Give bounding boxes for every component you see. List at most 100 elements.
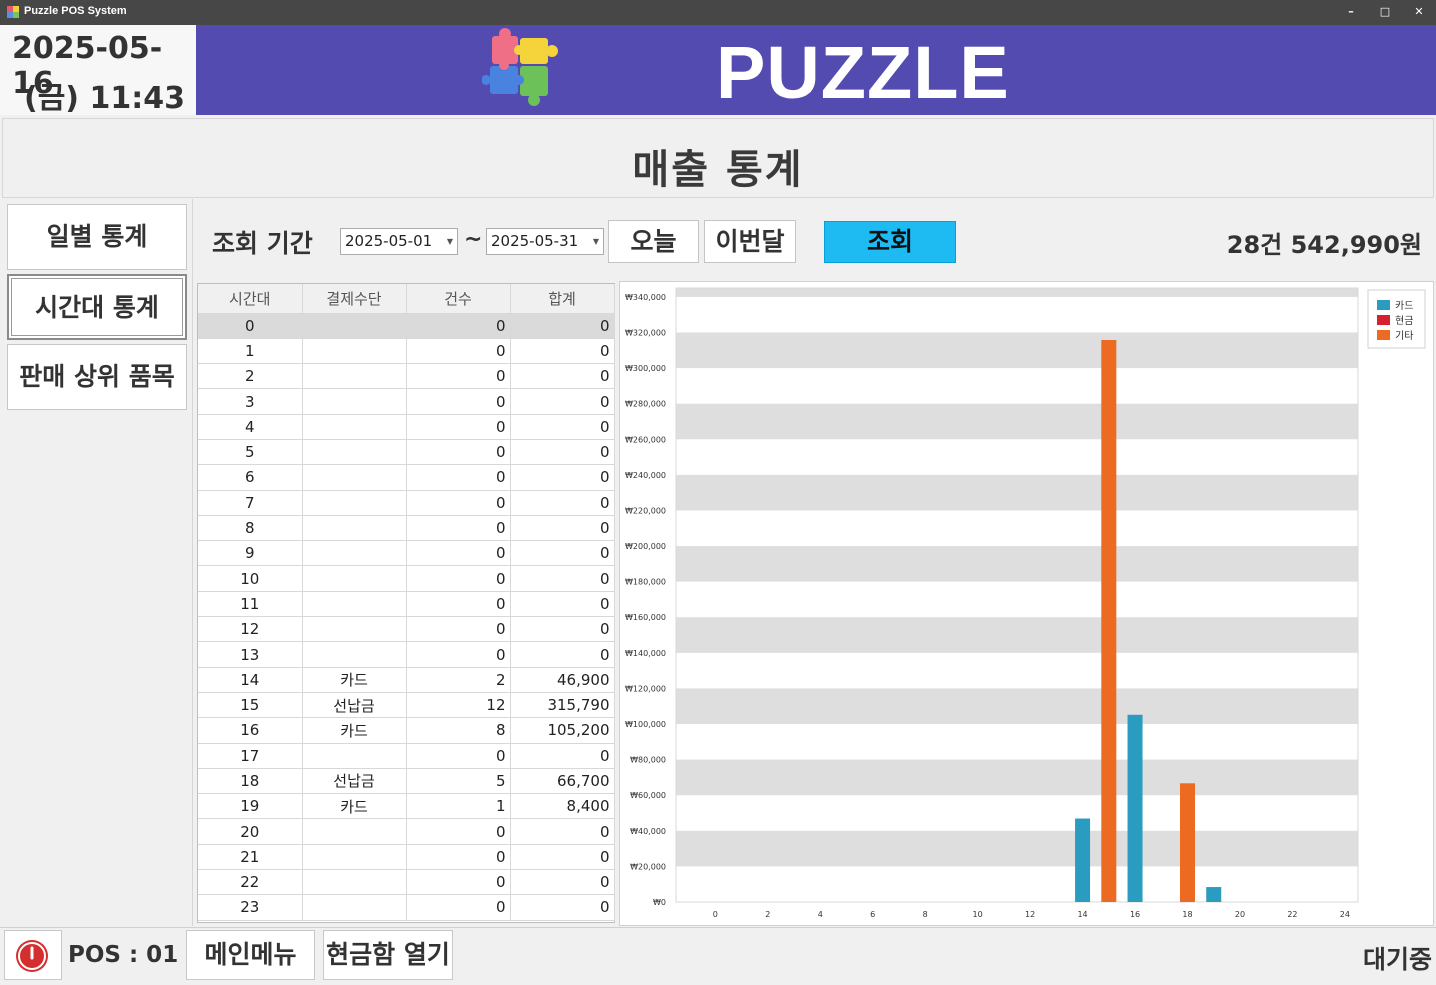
bar	[1101, 339, 1117, 902]
table-row[interactable]: 9 00	[198, 540, 615, 567]
table-row[interactable]: 22 0 0	[198, 869, 615, 896]
column-header-total[interactable]: 합계	[510, 284, 615, 314]
cell-payment	[302, 338, 407, 365]
hourly-stats-table[interactable]: 시간대 결제수단 건수 합계 0001002003004005006007008…	[197, 283, 615, 923]
x-tick-label: 14	[1077, 910, 1087, 919]
brand-logo: PUZZLE	[716, 31, 1010, 114]
cell-payment	[302, 388, 407, 415]
y-tick-label: ₩160,000	[625, 613, 666, 622]
cell-total: 0	[510, 490, 615, 516]
table-row[interactable]: 2 00	[198, 363, 615, 390]
nav-daily-stats[interactable]: 일별 통계	[7, 204, 187, 270]
cell-count: 0	[406, 743, 511, 769]
cell-total: 0	[510, 869, 615, 896]
grid-band	[676, 759, 1358, 796]
cell-total: 0	[510, 565, 615, 592]
x-tick-label: 16	[1130, 910, 1140, 919]
cell-total: 0	[510, 338, 615, 365]
cell-count: 0	[406, 869, 511, 896]
table-row[interactable]: 14 카드 2 46,900	[198, 667, 615, 693]
table-row[interactable]: 16 카드 8 105,200	[198, 717, 615, 744]
table-row[interactable]: 18 선납금 5 66,700	[198, 768, 615, 795]
cell-count: 12	[406, 692, 511, 719]
cell-hour: 19	[198, 793, 303, 820]
cell-total: 0	[510, 540, 615, 567]
column-header-payment[interactable]: 결제수단	[302, 284, 407, 314]
y-tick-label: ₩240,000	[625, 471, 666, 480]
cell-hour: 4	[198, 414, 303, 440]
cell-count: 2	[406, 667, 511, 693]
cell-hour: 5	[198, 439, 303, 466]
table-row[interactable]: 8 00	[198, 515, 615, 542]
x-tick-label: 18	[1182, 910, 1192, 919]
query-button[interactable]: 조회	[824, 221, 956, 263]
cell-count: 0	[406, 591, 511, 618]
table-header-row: 시간대 결제수단 건수 합계	[198, 284, 615, 314]
table-row[interactable]: 21 0 0	[198, 844, 615, 871]
table-row[interactable]: 3 00	[198, 388, 615, 415]
cell-payment	[302, 565, 407, 592]
table-row[interactable]: 12 0 0	[198, 616, 615, 643]
x-tick-label: 22	[1287, 910, 1297, 919]
column-header-count[interactable]: 건수	[406, 284, 511, 314]
x-tick-label: 8	[923, 910, 928, 919]
y-tick-label: ₩200,000	[625, 542, 666, 551]
this-month-button[interactable]: 이번달	[704, 220, 796, 263]
chevron-down-icon[interactable]: ▼	[593, 229, 599, 254]
cell-hour: 21	[198, 844, 303, 871]
open-cash-drawer-button[interactable]: 현금함 열기	[323, 930, 453, 980]
cell-count: 0	[406, 565, 511, 592]
y-tick-label: ₩340,000	[625, 293, 666, 302]
cell-total: 0	[510, 313, 615, 339]
cell-payment: 카드	[302, 667, 407, 693]
clock-panel: 2025-05-16 (금) 11:43	[0, 25, 196, 116]
cell-payment	[302, 439, 407, 466]
table-row[interactable]: 000	[198, 313, 615, 339]
table-row[interactable]: 13 0 0	[198, 641, 615, 668]
table-row[interactable]: 5 00	[198, 439, 615, 466]
cell-payment	[302, 894, 407, 921]
cell-hour: 8	[198, 515, 303, 542]
y-tick-label: ₩40,000	[630, 827, 666, 836]
cell-hour: 1	[198, 338, 303, 365]
grid-band	[676, 474, 1358, 511]
y-tick-label: ₩80,000	[630, 756, 666, 765]
table-row[interactable]: 15 선납금 12 315,790	[198, 692, 615, 719]
nav-hourly-stats[interactable]: 시간대 통계	[7, 274, 187, 340]
today-button[interactable]: 오늘	[608, 220, 699, 263]
minimize-button[interactable]: –	[1334, 0, 1368, 25]
cell-payment: 카드	[302, 793, 407, 820]
x-tick-label: 4	[818, 910, 823, 919]
table-row[interactable]: 1 00	[198, 338, 615, 365]
cell-count: 0	[406, 490, 511, 516]
column-header-hour[interactable]: 시간대	[198, 284, 303, 314]
close-button[interactable]: ✕	[1402, 0, 1436, 25]
table-row[interactable]: 10 0 0	[198, 565, 615, 592]
cell-payment: 선납금	[302, 692, 407, 719]
table-row[interactable]: 6 00	[198, 464, 615, 491]
cell-count: 0	[406, 844, 511, 871]
chevron-down-icon[interactable]: ▼	[447, 229, 453, 254]
end-date-picker[interactable]: 2025-05-31 ▼	[486, 228, 604, 255]
cell-total: 0	[510, 818, 615, 845]
maximize-button[interactable]: □	[1368, 0, 1402, 25]
main-menu-button[interactable]: 메인메뉴	[186, 930, 315, 980]
table-row[interactable]: 11 0 0	[198, 591, 615, 618]
nav-top-items[interactable]: 판매 상위 품목	[7, 344, 187, 410]
start-date-picker[interactable]: 2025-05-01 ▼	[340, 228, 458, 255]
cell-count: 0	[406, 818, 511, 845]
page-title: 매출 통계	[632, 147, 804, 193]
cell-count: 0	[406, 464, 511, 491]
x-tick-label: 0	[713, 910, 718, 919]
legend-swatch	[1377, 315, 1390, 325]
table-row[interactable]: 23 0 0	[198, 894, 615, 921]
table-row[interactable]: 7 00	[198, 490, 615, 516]
table-row[interactable]: 17 0 0	[198, 743, 615, 769]
cell-hour: 18	[198, 768, 303, 795]
table-row[interactable]: 19 카드 1 8,400	[198, 793, 615, 820]
cell-total: 0	[510, 591, 615, 618]
power-button[interactable]	[4, 930, 62, 980]
y-tick-label: ₩120,000	[625, 684, 666, 693]
table-row[interactable]: 4 00	[198, 414, 615, 440]
table-row[interactable]: 20 0 0	[198, 818, 615, 845]
